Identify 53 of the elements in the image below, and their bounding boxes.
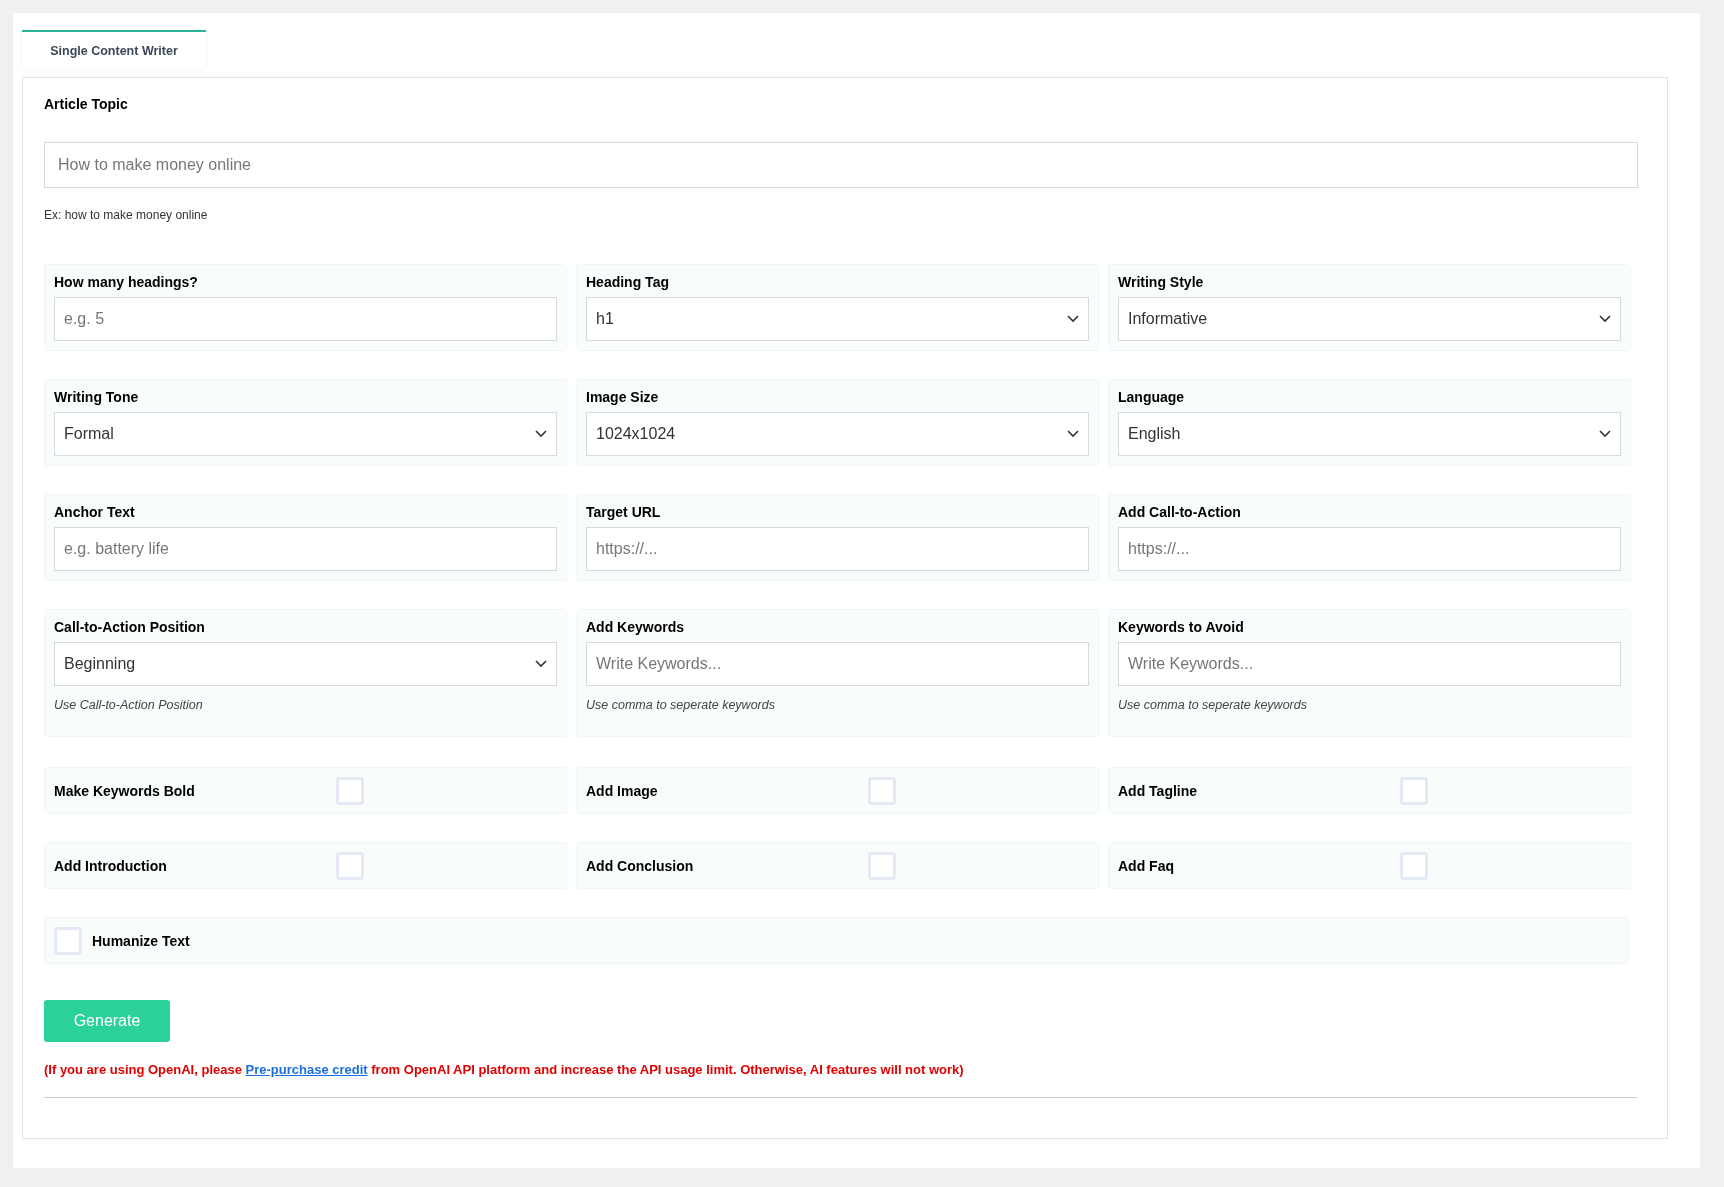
checkbox[interactable] [54,926,82,955]
field-label: Keywords to Avoid [1118,619,1245,635]
input-field[interactable]: e.g. 5 [54,297,557,341]
field-label: Writing Style [1118,274,1205,290]
chevron-down-icon [535,660,547,668]
chevron-down-icon [1067,430,1079,438]
select-field[interactable]: Beginning [54,642,557,686]
field-label: Image Size [586,389,660,405]
tab[interactable]: Single Content Writer [22,30,206,70]
select-field[interactable]: 1024x1024 [586,412,1089,456]
help-text: Use comma to seperate keywords [1118,698,1308,712]
hint-text: Ex: how to make money online [44,208,209,222]
field-label: Call-to-Action Position [54,619,206,635]
input-field[interactable]: https://... [1118,527,1621,571]
chevron-down-icon [1599,430,1611,438]
option-label: Add Faq [1118,857,1175,874]
field-label: Add Keywords [586,619,685,635]
option-label: Add Tagline [1118,782,1199,799]
chevron-down-icon [1599,315,1611,323]
checkbox[interactable] [868,851,896,880]
option-label: Add Conclusion [586,857,695,874]
option-label: Humanize Text [92,932,191,949]
option-label: Add Image [586,782,659,799]
field-label: Writing Tone [54,389,140,405]
field-label: Target URL [586,504,662,520]
input-field[interactable]: Write Keywords... [586,642,1089,686]
option-label: Add Introduction [54,857,168,874]
field-label: Anchor Text [54,504,136,520]
input-field[interactable]: e.g. battery life [54,527,557,571]
input-field[interactable]: Write Keywords... [1118,642,1621,686]
checkbox[interactable] [1400,776,1428,805]
chevron-down-icon [535,430,547,438]
field-label: Language [1118,389,1186,405]
checkbox[interactable] [868,776,896,805]
field-label: How many headings? [54,274,199,290]
help-text: Use comma to seperate keywords [586,698,776,712]
select-field[interactable]: Informative [1118,297,1621,341]
select-field[interactable]: h1 [586,297,1089,341]
checkbox[interactable] [336,851,364,880]
select-field[interactable]: English [1118,412,1621,456]
field-label: Article Topic [44,96,129,112]
field-label: Heading Tag [586,274,670,290]
purchase-link[interactable]: Pre-purchase credit [245,1062,368,1077]
warning-text: (If you are using OpenAI, please Pre-purchase credit from OpenAI API platform and increase the API usage limit. Otherwise, AI features will not work) [44,1062,965,1077]
help-text: Use Call-to-Action Position [54,698,204,712]
input-field[interactable]: https://... [586,527,1089,571]
field-label: Add Call-to-Action [1118,504,1242,520]
checkbox[interactable] [336,776,364,805]
topic-input[interactable]: How to make money online [44,142,1638,188]
chevron-down-icon [1067,315,1079,323]
option-label: Make Keywords Bold [54,782,196,799]
checkbox[interactable] [1400,851,1428,880]
select-field[interactable]: Formal [54,412,557,456]
